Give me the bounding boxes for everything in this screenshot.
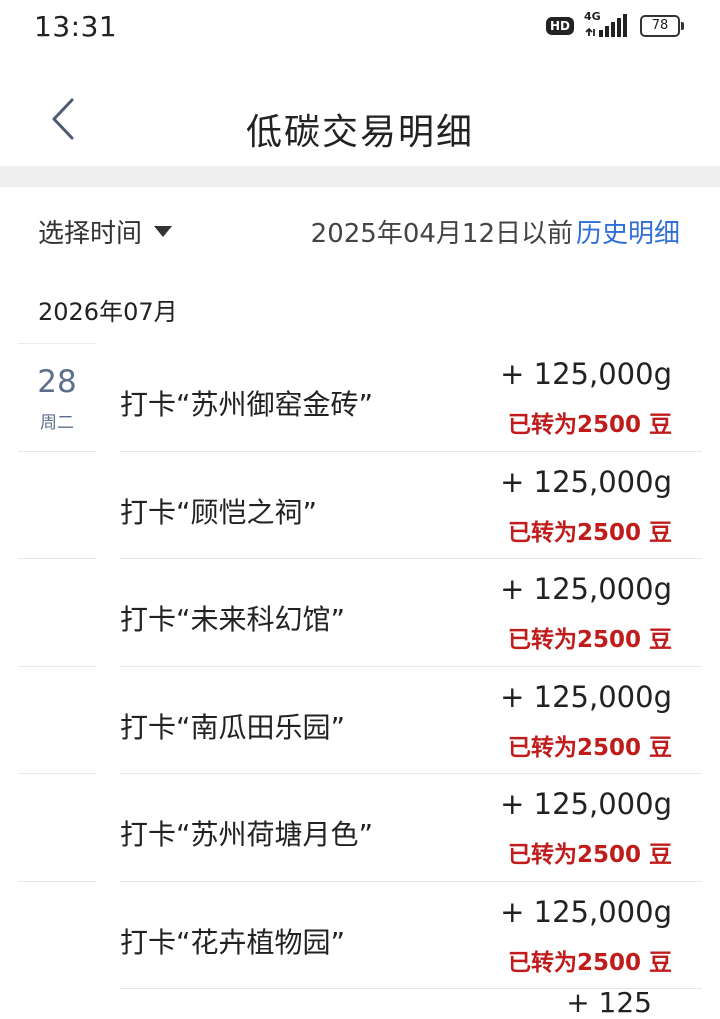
record-main: 打卡“顾恺之祠” + 125,000g 已转为2500 豆 [120, 451, 702, 559]
signal-icon: 4G [584, 10, 630, 38]
record-main: 打卡“花卉植物园” + 125,000g 已转为2500 豆 [120, 881, 702, 989]
date-column [18, 665, 96, 775]
status-icons: HD 4G 78 [545, 10, 684, 39]
time-select-label: 选择时间 [38, 219, 143, 249]
record-row[interactable]: 打卡“苏州荷塘月色” + 125,000g 已转为2500 豆 [0, 773, 720, 882]
page-title: 低碳交易明细 [245, 112, 474, 153]
date-column: 28 周二 [18, 343, 96, 452]
history-details-link[interactable]: 历史明细 [576, 213, 680, 250]
record-title: 打卡“花卉植物园” [120, 925, 346, 959]
record-beans: 已转为2500 豆 [507, 949, 672, 976]
record-beans: 已转为2500 豆 [507, 519, 672, 546]
section-divider [0, 166, 720, 187]
caret-down-icon [154, 226, 173, 237]
record-title: 打卡“南瓜田乐园” [120, 710, 346, 744]
record-amount: + 125,000g [500, 572, 672, 606]
nav-bar: 低碳交易明细 [0, 70, 720, 166]
battery-icon: 78 [640, 15, 684, 37]
record-row[interactable]: 28 周二 打卡“苏州御窑金砖” + 125,000g 已转为2500 豆 [0, 343, 720, 452]
record-amount: + 125,000g [500, 357, 672, 391]
date-column [18, 880, 96, 990]
record-main: 打卡“苏州荷塘月色” + 125,000g 已转为2500 豆 [120, 773, 702, 882]
date-column [18, 558, 96, 667]
record-title: 打卡“顾恺之祠” [120, 495, 318, 529]
record-main: 打卡“苏州御窑金砖” + 125,000g 已转为2500 豆 [120, 343, 702, 452]
partial-amount: + 125 [566, 986, 652, 1019]
network-type: 4G [584, 10, 601, 23]
record-main: 打卡“南瓜田乐园” + 125,000g 已转为2500 豆 [120, 666, 702, 774]
record-amount: + 125,000g [500, 787, 672, 821]
record-amount: + 125,000g [500, 894, 672, 929]
hd-badge: HD [545, 17, 574, 35]
date-column [18, 450, 96, 560]
month-label: 2026年07月 [38, 298, 178, 326]
record-list: 28 周二 打卡“苏州御窑金砖” + 125,000g 已转为2500 豆 打卡… [0, 343, 720, 990]
record-beans: 已转为2500 豆 [507, 842, 672, 868]
record-beans: 已转为2500 豆 [507, 627, 672, 653]
record-beans: 已转为2500 豆 [507, 412, 672, 438]
record-title: 打卡“苏州荷塘月色” [120, 818, 374, 851]
record-title: 打卡“苏州御窑金砖” [120, 388, 374, 421]
weekday-label: 周二 [40, 413, 74, 433]
record-beans: 已转为2500 豆 [507, 734, 672, 761]
filter-row: 选择时间 2025年04月12日以前 历史明细 [0, 187, 720, 272]
day-number: 28 [37, 364, 77, 400]
status-bar: 13:31 HD 4G 78 [0, 0, 720, 56]
time-select-dropdown[interactable]: 选择时间 [38, 213, 173, 250]
date-column [18, 773, 96, 882]
partial-next-row: + 125 [0, 986, 720, 1019]
status-time: 13:31 [34, 10, 118, 43]
record-row[interactable]: 打卡“花卉植物园” + 125,000g 已转为2500 豆 [0, 880, 720, 990]
record-row[interactable]: 打卡“南瓜田乐园” + 125,000g 已转为2500 豆 [0, 665, 720, 775]
record-row[interactable]: 打卡“未来科幻馆” + 125,000g 已转为2500 豆 [0, 558, 720, 667]
record-main: 打卡“未来科幻馆” + 125,000g 已转为2500 豆 [120, 558, 702, 667]
record-amount: + 125,000g [500, 679, 672, 714]
record-row[interactable]: 打卡“顾恺之祠” + 125,000g 已转为2500 豆 [0, 450, 720, 560]
before-date-text: 2025年04月12日以前 [310, 219, 573, 249]
record-title: 打卡“未来科幻馆” [120, 603, 346, 636]
record-amount: + 125,000g [500, 464, 672, 499]
